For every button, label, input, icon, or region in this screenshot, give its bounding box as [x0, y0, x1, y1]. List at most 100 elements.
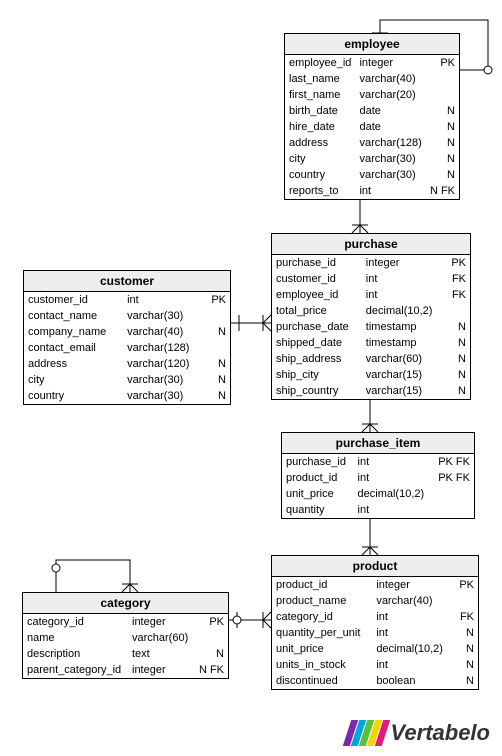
column-flags: FK — [445, 271, 470, 287]
column-type: decimal(10,2) — [362, 303, 445, 319]
column-name: product_name — [272, 593, 372, 609]
column-type: varchar(128) — [355, 135, 425, 151]
column-type: varchar(20) — [355, 87, 425, 103]
column-name: category_id — [23, 614, 128, 630]
entity-title: product — [272, 556, 478, 577]
column-name: address — [285, 135, 355, 151]
column-type: date — [355, 119, 425, 135]
entity-category: category category_idintegerPKnamevarchar… — [22, 592, 229, 679]
column-type: varchar(30) — [355, 151, 425, 167]
column-flags: N — [194, 646, 228, 662]
column-type: int — [372, 609, 453, 625]
column-type: varchar(30) — [123, 308, 204, 324]
entity-employee: employee employee_idintegerPKlast_nameva… — [284, 33, 460, 200]
column-name: city — [285, 151, 355, 167]
column-flags: N — [453, 641, 478, 657]
entity-product: product product_idintegerPKproduct_namev… — [271, 555, 479, 690]
column-flags: PK — [426, 55, 459, 71]
column-row: product_idintPK FK — [282, 470, 474, 486]
column-row: birth_datedateN — [285, 103, 459, 119]
column-row: addressvarchar(120)N — [24, 356, 230, 372]
entity-title: category — [23, 593, 228, 614]
column-type: integer — [362, 255, 445, 271]
column-flags: N — [426, 119, 459, 135]
column-row: unit_pricedecimal(10,2)N — [272, 641, 478, 657]
column-name: parent_category_id — [23, 662, 128, 678]
entity-columns: purchase_idintegerPKcustomer_idintFKempl… — [272, 255, 470, 399]
column-row: employee_idintegerPK — [285, 55, 459, 71]
column-flags: N — [445, 335, 470, 351]
column-type: varchar(120) — [123, 356, 204, 372]
column-row: product_namevarchar(40) — [272, 593, 478, 609]
entity-columns: customer_idintPKcontact_namevarchar(30)c… — [24, 292, 230, 404]
column-row: reports_tointN FK — [285, 183, 459, 199]
column-name: contact_name — [24, 308, 123, 324]
column-flags — [445, 303, 470, 319]
column-type: integer — [372, 577, 453, 593]
column-name: quantity_per_unit — [272, 625, 372, 641]
entity-purchase_item: purchase_item purchase_idintPK FKproduct… — [281, 432, 475, 519]
column-row: purchase_idintegerPK — [272, 255, 470, 271]
column-row: first_namevarchar(20) — [285, 87, 459, 103]
column-type: int — [362, 271, 445, 287]
column-row: customer_idintFK — [272, 271, 470, 287]
column-flags: PK — [445, 255, 470, 271]
column-flags — [453, 593, 478, 609]
column-row: contact_namevarchar(30) — [24, 308, 230, 324]
column-row: descriptiontextN — [23, 646, 228, 662]
column-row: cityvarchar(30)N — [285, 151, 459, 167]
column-name: purchase_date — [272, 319, 362, 335]
column-type: int — [355, 183, 425, 199]
column-flags: N — [426, 167, 459, 183]
column-type: integer — [128, 662, 194, 678]
column-flags — [426, 87, 459, 103]
column-flags: PK FK — [432, 470, 474, 486]
entity-title: customer — [24, 271, 230, 292]
column-flags: N — [204, 324, 230, 340]
column-name: product_id — [272, 577, 372, 593]
column-type: int — [372, 625, 453, 641]
entity-columns: category_idintegerPKnamevarchar(60)descr… — [23, 614, 228, 678]
column-row: category_idintFK — [272, 609, 478, 625]
column-row: unit_pricedecimal(10,2) — [282, 486, 474, 502]
column-type: varchar(30) — [355, 167, 425, 183]
column-name: country — [24, 388, 123, 404]
column-row: category_idintegerPK — [23, 614, 228, 630]
column-flags: N — [426, 103, 459, 119]
entity-title: employee — [285, 34, 459, 55]
column-type: varchar(15) — [362, 367, 445, 383]
column-name: last_name — [285, 71, 355, 87]
column-flags: N — [453, 673, 478, 689]
column-name: units_in_stock — [272, 657, 372, 673]
column-flags: N — [445, 351, 470, 367]
column-name: category_id — [272, 609, 372, 625]
entity-title: purchase — [272, 234, 470, 255]
column-name: description — [23, 646, 128, 662]
column-type: varchar(60) — [128, 630, 194, 646]
column-type: varchar(40) — [372, 593, 453, 609]
column-type: decimal(10,2) — [354, 486, 433, 502]
column-type: varchar(30) — [123, 388, 204, 404]
column-name: discontinued — [272, 673, 372, 689]
column-name: quantity — [282, 502, 354, 518]
column-flags — [194, 630, 228, 646]
column-name: employee_id — [285, 55, 355, 71]
column-flags — [432, 502, 474, 518]
column-row: discontinuedbooleanN — [272, 673, 478, 689]
column-name: ship_city — [272, 367, 362, 383]
column-flags: N — [426, 135, 459, 151]
column-flags — [204, 340, 230, 356]
column-flags: N — [453, 657, 478, 673]
column-name: shipped_date — [272, 335, 362, 351]
entity-title: purchase_item — [282, 433, 474, 454]
column-flags: N — [445, 383, 470, 399]
column-flags: N FK — [194, 662, 228, 678]
column-row: addressvarchar(128)N — [285, 135, 459, 151]
column-type: decimal(10,2) — [372, 641, 453, 657]
column-type: varchar(60) — [362, 351, 445, 367]
column-name: employee_id — [272, 287, 362, 303]
column-flags: PK — [453, 577, 478, 593]
column-type: int — [354, 454, 433, 470]
column-name: reports_to — [285, 183, 355, 199]
column-name: hire_date — [285, 119, 355, 135]
